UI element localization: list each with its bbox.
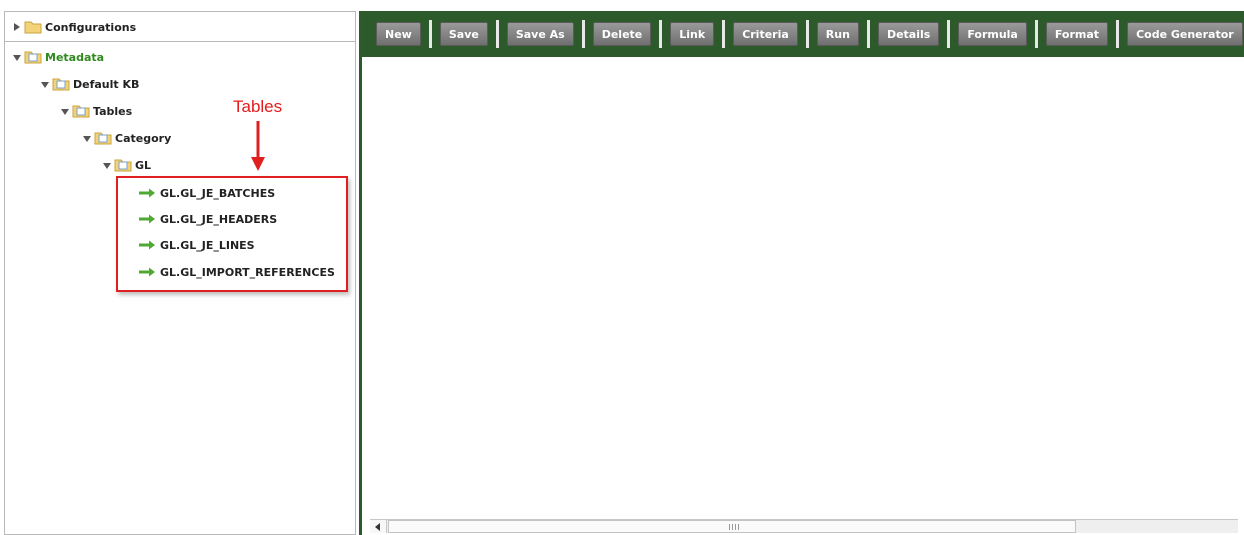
tree-node-configurations[interactable]: Configurations [12,17,136,37]
collapse-icon[interactable] [40,79,50,89]
code-generator-button[interactable]: Code Generator [1127,22,1243,46]
collapse-icon[interactable] [60,106,70,116]
tree-node-default-kb[interactable]: Default KB [40,74,139,94]
tree-node-gl[interactable]: GL [102,155,151,175]
toolbar-separator [1034,20,1038,48]
tree-node-metadata[interactable]: Metadata [12,47,104,67]
tree-node-category[interactable]: Category [82,128,171,148]
open-folder-icon [24,51,42,64]
criteria-button[interactable]: Criteria [733,22,798,46]
delete-button[interactable]: Delete [592,22,652,46]
horizontal-scrollbar[interactable] [370,519,1238,533]
tree-node-tables[interactable]: Tables [60,101,132,121]
tree-label-metadata: Metadata [45,50,105,64]
collapse-icon[interactable] [12,52,22,62]
content-panel: New Save Save As Delete Link Criteria Ru… [359,11,1244,535]
collapse-icon[interactable] [82,133,92,143]
toolbar-separator [947,20,951,48]
toolbar-separator [1116,20,1120,48]
annotation-highlight-box [116,176,348,292]
tree-label-tables: Tables [93,104,133,118]
toolbar-separator [428,20,432,48]
toolbar-separator [866,20,870,48]
save-button[interactable]: Save [439,22,488,46]
toolbar-separator [722,20,726,48]
folder-icon [24,21,42,34]
save-as-button[interactable]: Save As [506,22,574,46]
collapse-icon[interactable] [102,160,112,170]
toolbar-separator [495,20,499,48]
link-button[interactable]: Link [670,22,715,46]
scroll-left-icon[interactable] [370,520,387,533]
open-folder-icon [52,78,70,91]
toolbar-separator [805,20,809,48]
annotation-down-arrow-icon [251,121,265,171]
tree-label-configurations: Configurations [45,20,137,34]
tree-label-gl: GL [135,158,152,172]
formula-button[interactable]: Formula [958,22,1027,46]
open-folder-icon [72,105,90,118]
scrollbar-thumb[interactable] [388,520,1076,533]
tree-label-category: Category [115,131,172,145]
details-button[interactable]: Details [877,22,940,46]
format-button[interactable]: Format [1045,22,1109,46]
expand-icon[interactable] [12,22,22,32]
toolbar: New Save Save As Delete Link Criteria Ru… [362,11,1244,57]
grip-icon [729,524,739,530]
new-button[interactable]: New [376,22,421,46]
toolbar-separator [581,20,585,48]
toolbar-separator [659,20,663,48]
tree-label-default-kb: Default KB [73,77,140,91]
open-folder-icon [94,132,112,145]
open-folder-icon [114,159,132,172]
app-window: Configurations Metadata Default KB Table… [0,0,1244,535]
annotation-label: Tables [233,97,283,116]
run-button[interactable]: Run [816,22,859,46]
